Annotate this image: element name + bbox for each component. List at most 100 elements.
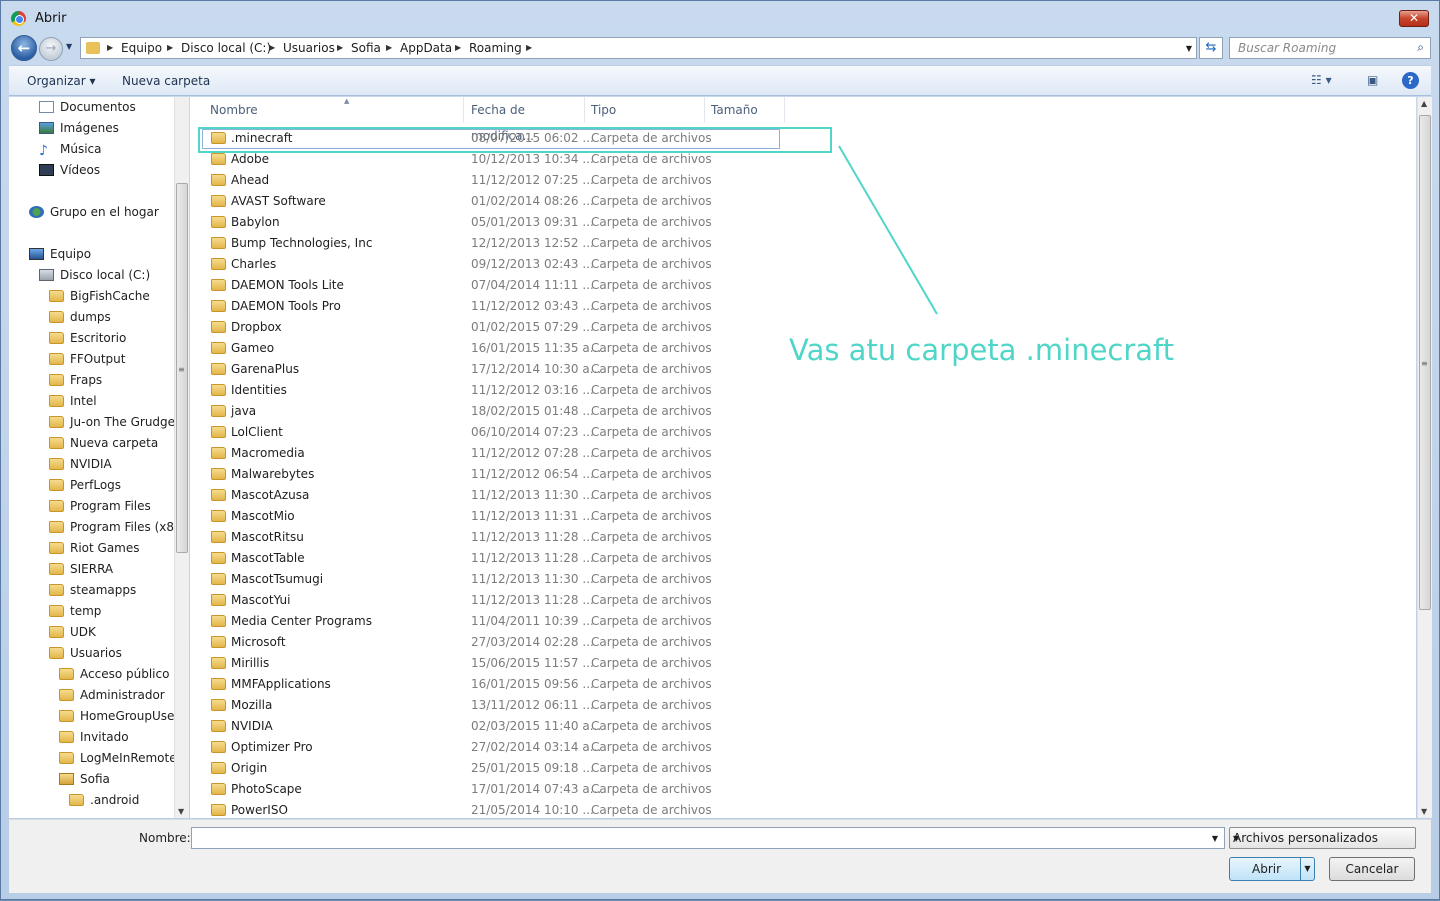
tree-item[interactable]: steamapps xyxy=(49,580,136,601)
tree-item[interactable]: Intel xyxy=(49,391,97,412)
new-folder-button[interactable]: Nueva carpeta xyxy=(122,74,210,88)
breadcrumb-separator-icon[interactable]: ▶ xyxy=(269,43,275,52)
recent-pages-chevron-icon[interactable]: ▼ xyxy=(66,42,72,51)
file-row[interactable]: Microsoft 27/03/2014 02:28 ... Carpeta de … xyxy=(202,632,822,653)
tree-item[interactable]: Usuarios xyxy=(49,643,122,664)
tree-item[interactable]: Grupo en el hogar xyxy=(29,202,159,223)
file-row[interactable]: MascotAzusa 11/12/2013 11:30 ... Carpeta d… xyxy=(202,485,822,506)
file-row[interactable]: MascotRitsu 11/12/2013 11:28 ... Carpeta d… xyxy=(202,527,822,548)
forward-button[interactable]: → xyxy=(39,37,63,61)
file-type-select[interactable]: Archivos personalizados ▼ xyxy=(1229,827,1416,849)
search-icon[interactable]: ⌕ xyxy=(1417,40,1424,55)
tree-item[interactable]: Riot Games xyxy=(49,538,140,559)
breadcrumb-separator-icon[interactable]: ▶ xyxy=(386,43,392,52)
file-row[interactable]: Mirillis 15/06/2015 11:57 ... Carpeta de a… xyxy=(202,653,822,674)
tree-item[interactable]: PerfLogs xyxy=(49,475,121,496)
file-row[interactable]: Bump Technologies, Inc 12/12/2013 12:52 .… xyxy=(202,233,822,254)
file-row[interactable]: GarenaPlus 17/12/2014 10:30 a... Carpeta d… xyxy=(202,359,822,380)
tree-item[interactable]: Documentos xyxy=(39,97,136,118)
file-row[interactable]: NVIDIA 02/03/2015 11:40 a... Carpeta de ar… xyxy=(202,716,822,737)
breadcrumb-separator-icon[interactable]: ▶ xyxy=(167,43,173,52)
navigation-scrollbar[interactable]: ≡ ▼ xyxy=(174,97,189,818)
scroll-down-icon[interactable]: ▼ xyxy=(178,807,184,816)
tree-item[interactable]: Acceso público xyxy=(59,664,169,685)
tree-item[interactable]: Disco local (C:) xyxy=(39,265,150,286)
file-row[interactable]: Gameo 16/01/2015 11:35 a... Carpeta de arc… xyxy=(202,338,822,359)
file-row[interactable]: Ahead 11/12/2012 07:25 ... Carpeta de arch… xyxy=(202,170,822,191)
tree-item[interactable]: Escritorio xyxy=(49,328,126,349)
breadcrumb-item[interactable]: Roaming xyxy=(469,41,522,55)
file-name-input[interactable] xyxy=(196,830,1196,844)
view-options-icon[interactable]: ☷ ▾ xyxy=(1311,73,1332,87)
file-name-combobox[interactable]: ▼ xyxy=(191,827,1225,849)
tree-item[interactable]: LogMeInRemoteU xyxy=(59,748,185,769)
file-row[interactable]: Macromedia 11/12/2012 07:28 ... Carpeta de… xyxy=(202,443,822,464)
file-row[interactable]: Mozilla 13/11/2012 06:11 ... Carpeta de ar… xyxy=(202,695,822,716)
file-row[interactable]: LolClient 06/10/2014 07:23 ... Carpeta de … xyxy=(202,422,822,443)
column-header-name[interactable]: Nombre ▲ xyxy=(204,97,464,123)
tree-item[interactable]: BigFishCache xyxy=(49,286,150,307)
file-row[interactable]: MascotTsumugi 11/12/2013 11:30 ... Carpeta… xyxy=(202,569,822,590)
address-bar[interactable]: ▼ ▶ Equipo ▶ Disco local (C:) ▶ Usuarios ▶ Sofi… xyxy=(80,37,1197,59)
tree-item[interactable]: Program Files xyxy=(49,496,151,517)
breadcrumb-item[interactable]: Sofia xyxy=(351,41,381,55)
file-row[interactable]: PowerISO 21/05/2014 10:10 ... Carpeta de a… xyxy=(202,800,822,818)
file-row[interactable]: MascotYui 11/12/2013 11:28 ... Carpeta de … xyxy=(202,590,822,611)
tree-item[interactable]: dumps xyxy=(49,307,111,328)
tree-item[interactable]: Ju-on The Grudge - xyxy=(49,412,183,433)
refresh-button[interactable]: ⇆ xyxy=(1199,37,1223,59)
breadcrumb-separator-icon[interactable]: ▶ xyxy=(107,43,113,52)
tree-item[interactable]: Imágenes xyxy=(39,118,119,139)
file-row[interactable]: MascotMio 11/12/2013 11:31 ... Carpeta de … xyxy=(202,506,822,527)
back-button[interactable]: ← xyxy=(11,35,37,61)
file-row[interactable]: Origin 25/01/2015 09:18 ... Carpeta de arc… xyxy=(202,758,822,779)
breadcrumb-item[interactable]: AppData xyxy=(400,41,452,55)
file-row[interactable]: Dropbox 01/02/2015 07:29 ... Carpeta de ar… xyxy=(202,317,822,338)
file-row[interactable]: Malwarebytes 11/12/2012 06:54 ... Carpeta … xyxy=(202,464,822,485)
breadcrumb-separator-icon[interactable]: ▶ xyxy=(337,43,343,52)
tree-item[interactable]: Invitado xyxy=(59,727,129,748)
tree-item[interactable]: ♪ Música xyxy=(39,139,102,160)
open-options-chevron-icon[interactable]: ▼ xyxy=(1300,858,1314,880)
file-row[interactable]: Optimizer Pro 27/02/2014 03:14 a... Carpet… xyxy=(202,737,822,758)
column-header-type[interactable]: Tipo xyxy=(585,97,705,123)
file-row[interactable]: AVAST Software 01/02/2014 08:26 ... Carpet… xyxy=(202,191,822,212)
file-row[interactable]: java 18/02/2015 01:48 ... Carpeta de archi… xyxy=(202,401,822,422)
file-name-dropdown-icon[interactable]: ▼ xyxy=(1212,834,1218,843)
tree-item[interactable]: SIERRA xyxy=(49,559,113,580)
file-row[interactable]: DAEMON Tools Lite 07/04/2014 11:11 ... Car… xyxy=(202,275,822,296)
tree-item[interactable]: Administrador xyxy=(59,685,165,706)
organize-menu[interactable]: Organizar ▾ xyxy=(27,74,96,88)
tree-item[interactable]: Vídeos xyxy=(39,160,100,181)
tree-item[interactable]: FFOutput xyxy=(49,349,126,370)
breadcrumb-separator-icon[interactable]: ▶ xyxy=(455,43,461,52)
tree-item[interactable]: temp xyxy=(49,601,101,622)
tree-item[interactable]: Program Files (x86) xyxy=(49,517,186,538)
file-row[interactable]: DAEMON Tools Pro 11/12/2012 03:43 ... Carp… xyxy=(202,296,822,317)
search-box[interactable]: ⌕ xyxy=(1229,37,1431,59)
tree-item[interactable]: NVIDIA xyxy=(49,454,112,475)
scroll-down-icon[interactable]: ▼ xyxy=(1421,807,1427,816)
preview-pane-icon[interactable]: ▣ xyxy=(1367,73,1378,87)
breadcrumb-separator-icon[interactable]: ▶ xyxy=(526,43,532,52)
scroll-up-icon[interactable]: ▲ xyxy=(1421,99,1427,108)
search-input[interactable] xyxy=(1238,41,1408,55)
tree-item[interactable]: Nueva carpeta xyxy=(49,433,158,454)
column-header-date[interactable]: Fecha de modifica... xyxy=(465,97,585,143)
file-row[interactable]: Identities 11/12/2012 03:16 ... Carpeta de… xyxy=(202,380,822,401)
file-row[interactable]: Media Center Programs 11/04/2011 10:39 ..… xyxy=(202,611,822,632)
cancel-button[interactable]: Cancelar xyxy=(1329,857,1415,881)
address-dropdown-icon[interactable]: ▼ xyxy=(1186,44,1192,53)
tree-item[interactable]: UDK xyxy=(49,622,96,643)
tree-item[interactable]: Sofia xyxy=(59,769,110,790)
tree-item[interactable]: Fraps xyxy=(49,370,102,391)
open-button[interactable]: Abrir ▼ xyxy=(1229,857,1315,881)
tree-item[interactable]: HomeGroupUser$ xyxy=(59,706,187,727)
breadcrumb-item[interactable]: Disco local (C:) xyxy=(181,41,271,55)
file-row[interactable]: PhotoScape 17/01/2014 07:43 a... Carpeta d… xyxy=(202,779,822,800)
file-row[interactable]: Babylon 05/01/2013 09:31 ... Carpeta de ar… xyxy=(202,212,822,233)
tree-item[interactable]: Equipo xyxy=(29,244,91,265)
breadcrumb-item[interactable]: Equipo xyxy=(121,41,162,55)
breadcrumb-item[interactable]: Usuarios xyxy=(283,41,335,55)
help-icon[interactable]: ? xyxy=(1402,72,1419,89)
